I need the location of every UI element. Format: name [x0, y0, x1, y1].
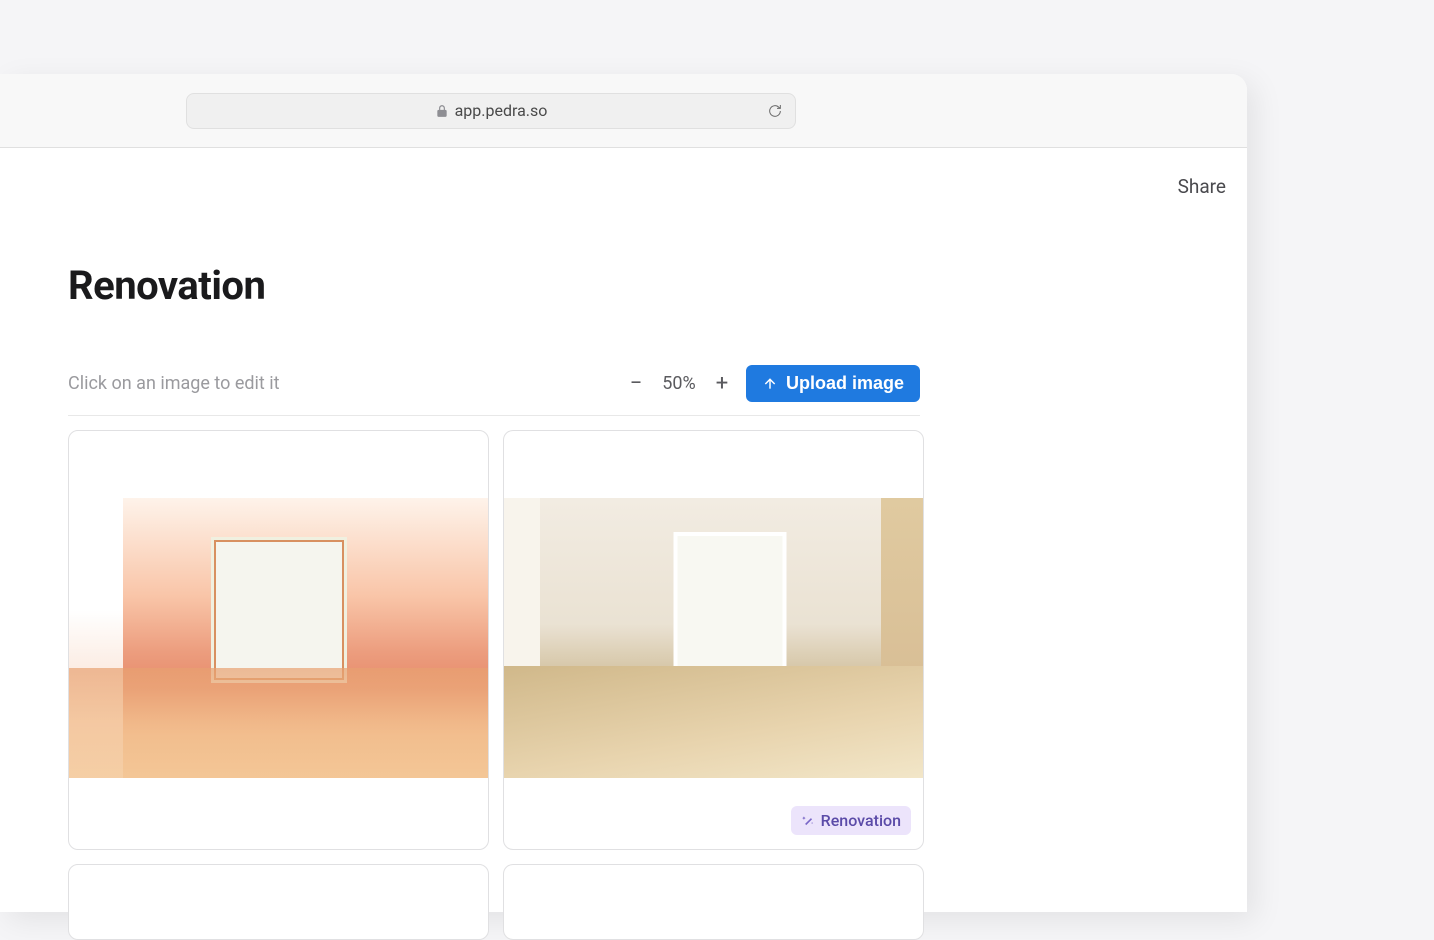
image-card[interactable] — [503, 864, 924, 940]
url-text: app.pedra.so — [455, 101, 548, 120]
page-content: Share Renovation Click on an image to ed… — [0, 148, 1247, 912]
image-grid: Renovation — [68, 430, 928, 940]
toolbar: Click on an image to edit it − 50% + Upl… — [68, 365, 920, 416]
main-area: Renovation Click on an image to edit it … — [0, 148, 1247, 940]
url-bar[interactable]: app.pedra.so — [186, 93, 796, 129]
image-thumbnail — [69, 498, 488, 778]
image-thumbnail — [504, 498, 923, 778]
zoom-value: 50% — [658, 373, 700, 394]
share-link[interactable]: Share — [1178, 175, 1226, 198]
url-content: app.pedra.so — [435, 101, 548, 120]
reload-icon[interactable] — [767, 103, 783, 119]
hint-text: Click on an image to edit it — [68, 373, 280, 394]
browser-window: app.pedra.so Share Renovation Click on a… — [0, 74, 1247, 912]
lock-icon — [435, 104, 449, 118]
page-title: Renovation — [68, 262, 1179, 309]
upload-icon — [762, 376, 778, 392]
upload-image-button[interactable]: Upload image — [746, 365, 920, 402]
renovation-badge: Renovation — [791, 806, 911, 835]
image-card[interactable]: Renovation — [503, 430, 924, 850]
toolbar-right: − 50% + Upload image — [626, 365, 920, 402]
badge-label: Renovation — [821, 811, 901, 830]
magic-wand-icon — [801, 814, 815, 828]
zoom-out-button[interactable]: − — [626, 371, 646, 396]
upload-button-label: Upload image — [786, 373, 904, 394]
image-card[interactable] — [68, 864, 489, 940]
zoom-controls: − 50% + — [626, 371, 732, 396]
image-card[interactable] — [68, 430, 489, 850]
browser-chrome: app.pedra.so — [0, 74, 1247, 148]
zoom-in-button[interactable]: + — [712, 371, 732, 396]
